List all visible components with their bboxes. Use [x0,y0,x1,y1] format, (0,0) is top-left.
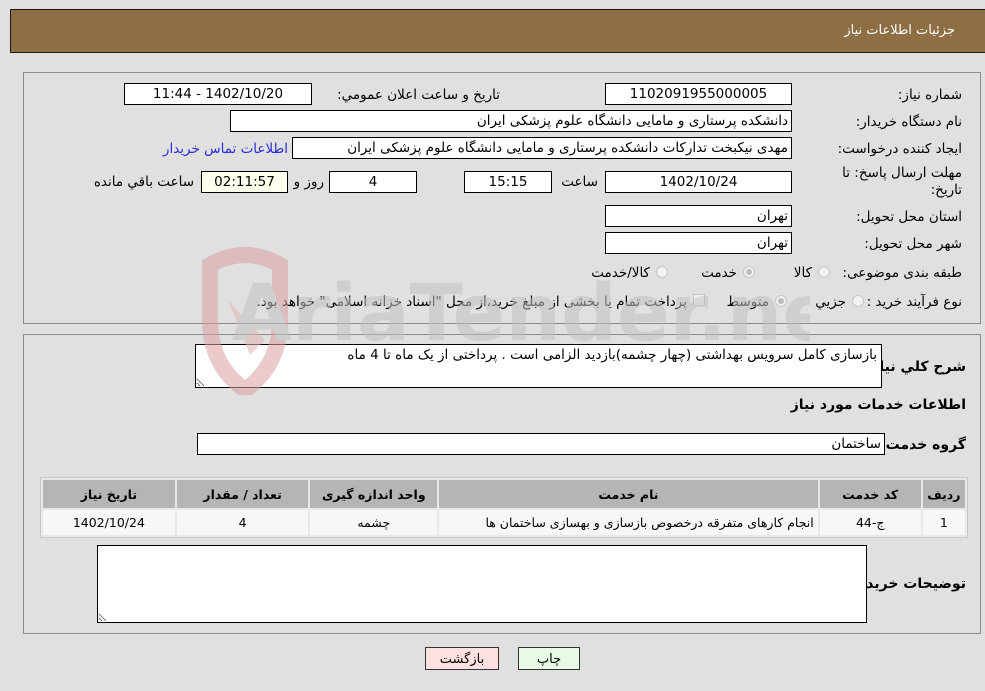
cell-need-date: 1402/10/24 [43,510,175,535]
deadline-time-field: 15:15 [464,171,552,193]
table-row: 1 ج-44 انجام کارهای متفرقه درخصوص بازساز… [43,510,965,535]
need-info-panel: شماره نیاز: 1102091955000005 تاریخ و ساع… [23,72,981,324]
services-heading: اطلاعات خدمات مورد نیاز [790,397,966,413]
deadline-time-label: ساعت [561,174,598,190]
purchase-type-option-medium: متوسط [726,294,769,310]
buyer-contact-link[interactable]: اطلاعات تماس خریدار [163,141,288,157]
col-header-service-code: کد خدمت [819,480,921,508]
print-button[interactable]: چاپ [518,647,580,670]
days-remaining-field: 4 [329,171,417,193]
deadline-label: مهلت ارسال پاسخ: تا تاریخ: [842,165,962,198]
cell-service-name: انجام کارهای متفرقه درخصوص بازسازی و بهس… [439,510,818,535]
announce-date-field: 1402/10/20 - 11:44 [124,83,312,105]
buyer-org-field: دانشکده پرستاری و مامایی دانشگاه علوم پز… [230,110,792,132]
col-header-service-name: نام خدمت [439,480,818,508]
cell-row-number: 1 [922,510,965,535]
col-header-need-date: تاریخ نیاز [43,480,175,508]
col-header-unit: واحد اندازه گیری [310,480,438,508]
cell-service-code: ج-44 [819,510,921,535]
province-label: استان محل تحویل: [856,209,962,225]
col-header-quantity: تعداد / مقدار [176,480,309,508]
city-field: تهران [605,232,792,254]
category-label: طبقه بندی موضوعی: [842,265,962,281]
purchase-type-radio-minor[interactable] [852,295,864,307]
table-header-row: ردیف کد خدمت نام خدمت واحد اندازه گیری ت… [43,480,965,508]
category-radio-service[interactable] [743,266,755,278]
creator-field: مهدی نیکبخت تدارکات دانشکده پرستاری و ما… [292,137,792,159]
category-radio-goods-service[interactable] [656,266,668,278]
province-field: تهران [605,205,792,227]
city-label: شهر محل تحویل: [864,236,962,252]
buyer-notes-textarea[interactable] [97,545,867,623]
cell-unit: چشمه [310,510,438,535]
purchase-type-option-minor: جزیي [815,294,846,310]
purchase-type-label: نوع فرآیند خرید : [866,294,962,310]
treasury-checkbox[interactable] [693,294,705,306]
description-textarea[interactable] [195,344,882,388]
time-remaining-label: ساعت باقي مانده [93,174,194,190]
buyer-org-label: نام دستگاه خریدار: [855,114,962,130]
category-radio-goods[interactable] [818,266,830,278]
need-number-field: 1102091955000005 [605,83,792,105]
service-group-field: ساختمان [197,433,885,455]
category-option-goods: کالا [793,265,812,281]
announce-date-label: تاریخ و ساعت اعلان عمومي: [337,87,500,103]
cell-quantity: 4 [176,510,309,535]
page-header: جزئیات اطلاعات نیاز [10,9,985,53]
page-title: جزئیات اطلاعات نیاز [844,23,955,38]
days-label: روز و [293,174,324,190]
deadline-date-field: 1402/10/24 [605,171,792,193]
need-number-label: شماره نیاز: [897,87,962,103]
services-table: ردیف کد خدمت نام خدمت واحد اندازه گیری ت… [40,477,968,538]
creator-label: ایجاد کننده درخواست: [837,141,962,157]
treasury-checkbox-label: پرداخت تمام یا بخشی از مبلغ خرید،از محل … [256,294,687,310]
time-remaining-field: 02:11:57 [201,171,288,193]
need-details-panel: شرح کلي نیاز: اطلاعات خدمات مورد نیاز گر… [23,334,981,634]
category-option-service: خدمت [701,265,737,281]
col-header-row-number: ردیف [922,480,965,508]
back-button[interactable]: بازگشت [425,647,499,670]
category-option-goods-service: کالا/خدمت [591,265,650,281]
purchase-type-radio-medium[interactable] [775,295,787,307]
service-group-label: گروه خدمت: [880,437,966,453]
